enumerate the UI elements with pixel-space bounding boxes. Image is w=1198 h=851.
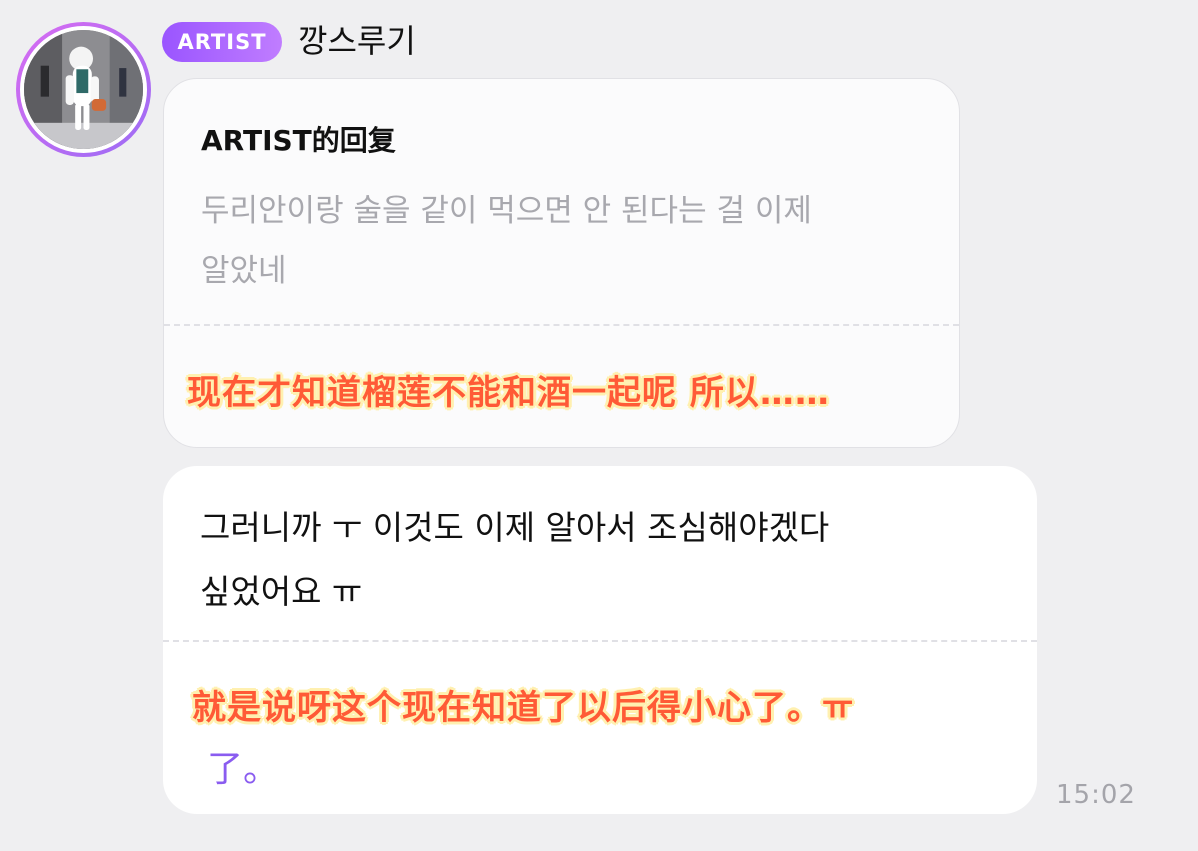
reply-quote: 두리안이랑 술을 같이 먹으면 안 된다는 걸 이제 알았네 (201, 193, 812, 289)
polar-bear-avatar-icon (20, 26, 147, 153)
message-text: 그러니까 ㅜ 이것도 이제 알아서 조심해야겠다 싶었어요 ㅠ (200, 508, 830, 611)
reply-translation: 现在才知道榴莲不能和酒一起呢 所以…… (187, 373, 830, 413)
message-time: 15:02 (1056, 780, 1136, 810)
avatar[interactable] (16, 22, 151, 157)
reply-divider (164, 324, 959, 326)
message-translation-tail: 了。 (207, 749, 280, 790)
message-bubble[interactable]: 그러니까 ㅜ 이것도 이제 알아서 조심해야겠다 싶었어요 ㅠ 就是说呀这个现在… (163, 466, 1037, 814)
artist-badge: ARTIST (162, 22, 282, 62)
message-translation: 就是说呀这个现在知道了以后得小心了。ㅠ (192, 688, 855, 728)
username[interactable]: 깡스루기 (298, 18, 416, 64)
reply-title: ARTIST的回复 (201, 124, 396, 157)
reply-card[interactable]: ARTIST的回复 두리안이랑 술을 같이 먹으면 안 된다는 걸 이제 알았네… (163, 78, 960, 448)
message-divider (163, 640, 1037, 642)
